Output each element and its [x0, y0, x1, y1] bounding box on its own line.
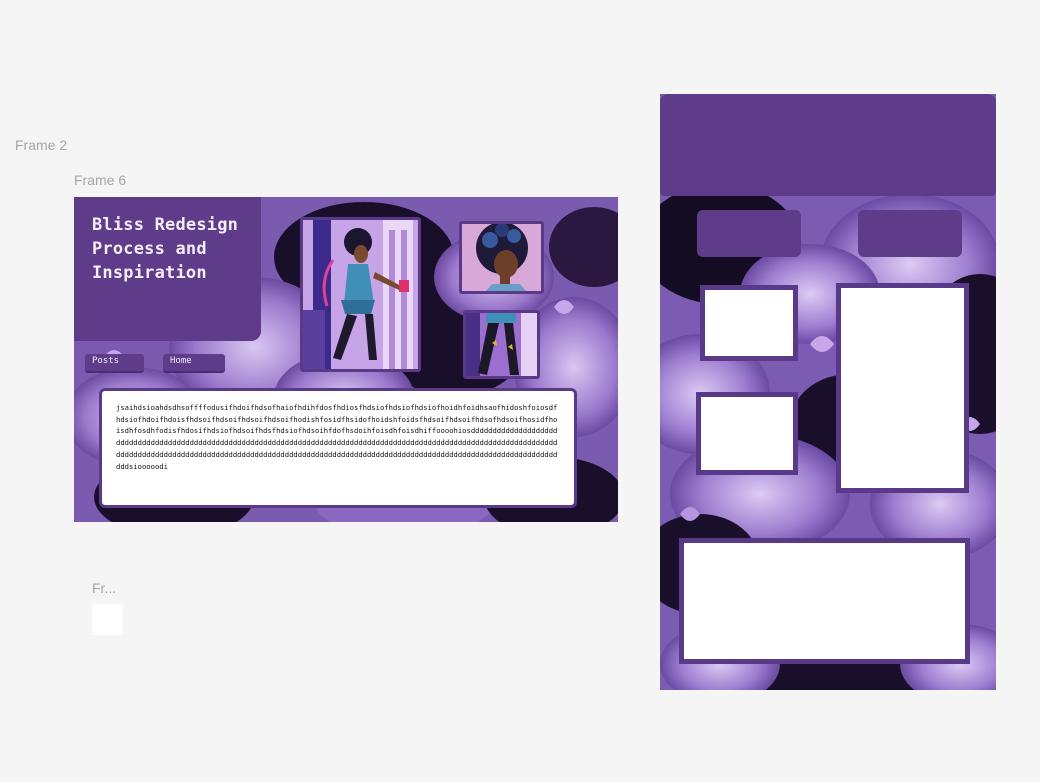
mockup-text-box — [679, 538, 970, 664]
mockup-nav-button-left[interactable] — [697, 210, 801, 257]
title-card: Bliss Redesign Process and Inspiration — [74, 197, 261, 341]
character-illustration-image — [300, 217, 421, 372]
page-title: Bliss Redesign Process and Inspiration — [92, 215, 239, 283]
mobile-mockup-frame[interactable] — [660, 94, 996, 690]
mockup-image-box-1 — [700, 285, 798, 361]
mockup-image-box-2 — [696, 392, 798, 475]
mockup-header — [660, 94, 996, 196]
frame-6-label[interactable]: Frame 6 — [74, 172, 126, 188]
post-text-box[interactable]: jsaihdsioahdsdhsoffffodusifhdoifhdsofhai… — [99, 388, 577, 508]
character-legs-image — [463, 310, 540, 379]
character-portrait-image — [459, 221, 544, 294]
small-frame[interactable] — [92, 604, 123, 635]
post-body-text: jsaihdsioahdsdhsoffffodusifhdoifhdsofhai… — [116, 403, 558, 471]
mockup-nav-button-right[interactable] — [858, 210, 962, 257]
frame-small-label[interactable]: Fr... — [92, 580, 116, 596]
home-nav-button[interactable]: Home — [163, 354, 225, 373]
posts-nav-button[interactable]: Posts — [85, 354, 144, 373]
frame-2-label[interactable]: Frame 2 — [15, 137, 67, 153]
mockup-image-box-tall — [836, 283, 969, 493]
frame-6[interactable]: Bliss Redesign Process and Inspiration P… — [74, 197, 618, 522]
